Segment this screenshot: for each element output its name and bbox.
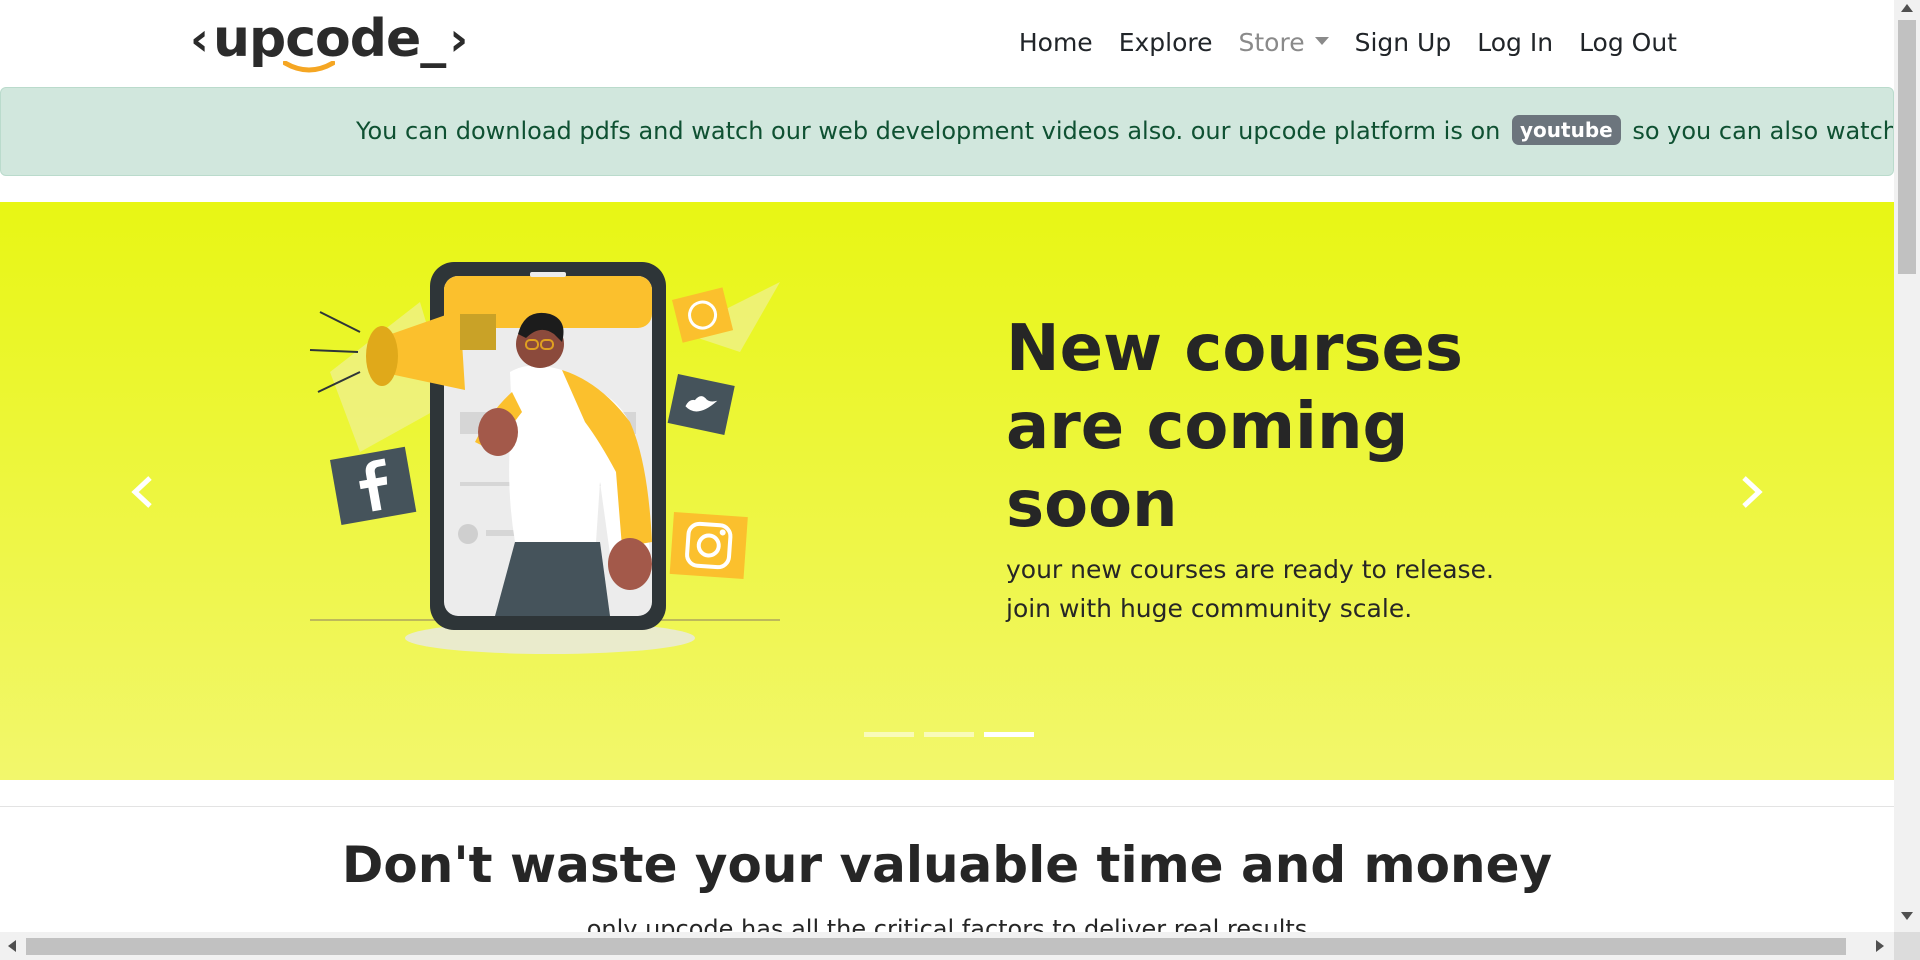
section-divider [0, 806, 1894, 807]
nav-log-out[interactable]: Log Out [1566, 24, 1690, 62]
carousel-indicators [864, 732, 1034, 737]
nav-store-label: Store [1238, 28, 1305, 57]
carousel-line-1: your new courses are ready to release. [1006, 555, 1494, 584]
carousel-next-button[interactable] [1722, 462, 1782, 522]
nav-store-dropdown[interactable]: Store [1226, 24, 1342, 62]
chevron-left-icon [131, 476, 152, 508]
logo-right-bracket: › [449, 12, 469, 66]
info-alert: You can download pdfs and watch our web … [0, 87, 1894, 176]
alert-text-before: You can download pdfs and watch our web … [356, 117, 1501, 145]
nav-log-in[interactable]: Log In [1464, 24, 1566, 62]
alert-marquee: You can download pdfs and watch our web … [356, 88, 1894, 175]
hero-illustration [309, 262, 780, 654]
carousel-prev-button[interactable] [112, 462, 172, 522]
carousel-caption: New courses are coming soon your new cou… [1006, 310, 1526, 628]
logo-wordmark: upcode_ [213, 13, 446, 73]
vertical-scrollbar[interactable] [1894, 0, 1920, 932]
scroll-up-arrow-icon[interactable] [1901, 4, 1913, 12]
nav-home[interactable]: Home [1006, 24, 1106, 62]
navbar: ‹ upcode_ › Home Explore Store Sign Up L… [0, 0, 1894, 86]
horizontal-scrollbar[interactable] [0, 932, 1894, 960]
horizontal-scroll-thumb[interactable] [26, 938, 1846, 955]
youtube-badge[interactable]: youtube [1512, 115, 1621, 145]
carousel-text: your new courses are ready to release. j… [1006, 550, 1526, 628]
scrollbar-corner [1894, 932, 1920, 960]
nav-explore[interactable]: Explore [1106, 24, 1226, 62]
carousel-indicator-2[interactable] [924, 732, 974, 737]
vertical-scroll-thumb[interactable] [1898, 20, 1916, 274]
nav-sign-up[interactable]: Sign Up [1342, 24, 1465, 62]
scroll-right-arrow-icon[interactable] [1876, 940, 1884, 952]
scroll-left-arrow-icon[interactable] [8, 940, 16, 952]
nav-menu: Home Explore Store Sign Up Log In Log Ou… [1006, 24, 1690, 62]
carousel-line-2: join with huge community scale. [1006, 594, 1413, 623]
logo-smile-icon [282, 61, 335, 73]
brand-logo[interactable]: ‹ upcode_ › [190, 6, 469, 73]
caret-down-icon [1314, 37, 1329, 45]
carousel-indicator-3[interactable] [984, 732, 1034, 737]
chevron-right-icon [1742, 476, 1763, 508]
section-title: Don't waste your valuable time and money [341, 836, 1553, 894]
alert-text-after: so you can also watch our [1632, 117, 1894, 145]
scroll-down-arrow-icon[interactable] [1901, 912, 1913, 920]
carousel-heading: New courses are coming soon [1006, 312, 1463, 542]
hero-carousel: New courses are coming soon your new cou… [0, 202, 1894, 780]
carousel-indicator-1[interactable] [864, 732, 914, 737]
logo-text: upcode_ [212, 9, 446, 69]
logo-left-bracket: ‹ [190, 12, 209, 66]
